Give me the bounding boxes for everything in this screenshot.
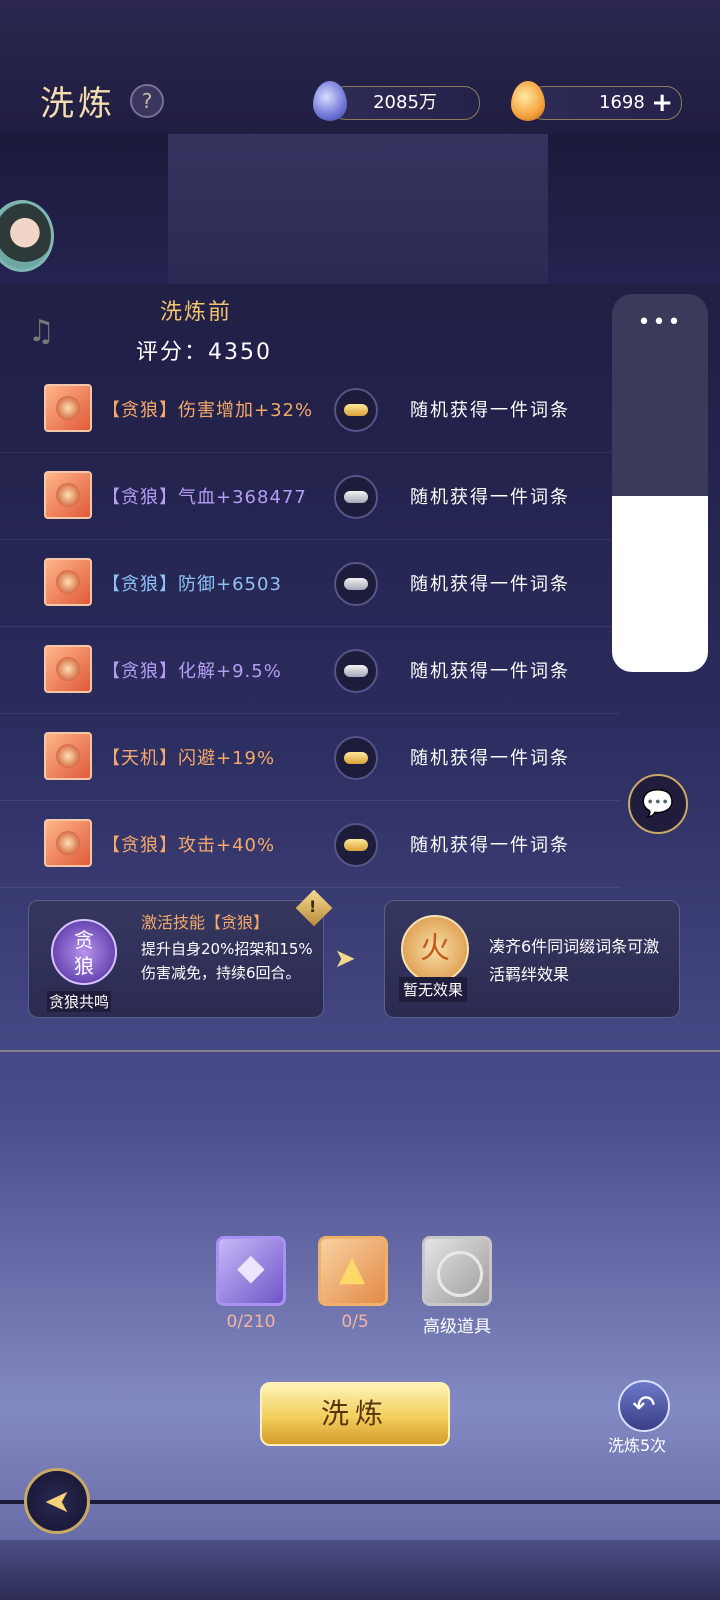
lock-toggle-icon[interactable] [334,562,378,606]
advanced-item-slot[interactable] [422,1236,492,1306]
attribute-list: 【贪狼】伤害增加+32% 随机获得一件词条 【贪狼】气血+368477 随机获得… [0,366,620,888]
before-wash-heading: 洗炼前 [160,300,233,325]
undo-icon[interactable]: ↶ [618,1380,670,1432]
attribute-row: 【贪狼】化解+9.5% 随机获得一件词条 [0,627,620,714]
item-count: 高级道具 [423,1317,491,1337]
bond-label: 暂无效果 [399,977,468,1002]
page-title: 洗炼 [40,84,116,124]
floating-side-panel: ••• [612,294,708,672]
spirit-currency-value: 2085万 [373,92,437,113]
purple-crystal-item[interactable] [216,1236,286,1306]
attribute-text: 【贪狼】伤害增加+32% [102,400,314,421]
resonance-skill-icon[interactable]: 贪 狼 [51,919,117,985]
equipment-icon[interactable] [44,558,92,606]
lock-toggle-icon[interactable] [334,823,378,867]
top-bar: 洗炼 ? 2085万 1698 + [0,0,720,136]
score-label: 评分： [136,340,209,365]
bond-description: 凑齐6件同词缀词条可激活羁绊效果 [489,937,660,984]
add-currency-button[interactable]: + [651,87,673,119]
help-icon[interactable]: ? [130,84,164,118]
attribute-text: 【天机】闪避+19% [102,748,276,769]
attribute-text: 【贪狼】气血+368477 [102,487,307,508]
equipment-icon[interactable] [44,384,92,432]
arrow-right-icon: ➤ [334,944,356,974]
wash-result-text: 随机获得一件词条 [410,487,570,508]
music-icon[interactable]: ♫ [28,314,55,349]
gold-pyramid-item[interactable] [318,1236,388,1306]
attribute-text: 【贪狼】攻击+40% [102,835,276,856]
side-panel-bottom [612,496,708,672]
gold-currency-value: 1698 [599,92,645,113]
item-count: 0/5 [341,1312,369,1332]
section-divider [0,1050,720,1052]
score-line: 评分：4350 [136,334,272,366]
bond-card: 火 暂无效果 凑齐6件同词缀词条可激活羁绊效果 [384,900,680,1018]
bottom-bar [0,1486,720,1522]
lock-toggle-icon[interactable] [334,475,378,519]
score-value: 4350 [208,340,273,365]
chat-icon[interactable]: 💬 [628,774,688,834]
equipment-icon[interactable] [44,732,92,780]
banner-panel [168,134,548,284]
lock-toggle-icon[interactable] [334,649,378,693]
skill-label: 贪狼共鸣 [47,991,112,1012]
equipment-icon[interactable] [44,819,92,867]
item-count: 0/210 [226,1312,276,1332]
wash-button[interactable]: 洗炼 [260,1382,450,1446]
back-icon[interactable]: ➤ [24,1468,90,1534]
more-options-icon[interactable]: ••• [612,310,708,335]
lock-toggle-icon[interactable] [334,388,378,432]
wash-result-text: 随机获得一件词条 [410,400,570,421]
wash-count-label: 洗炼5次 [608,1436,667,1455]
spirit-currency: 2085万 [313,81,480,121]
attribute-row: 【贪狼】伤害增加+32% 随机获得一件词条 [0,366,620,453]
skill-title: 激活技能【贪狼】 [141,913,270,932]
attribute-text: 【贪狼】化解+9.5% [102,661,282,682]
bond-flame-icon[interactable]: 火 [401,915,469,983]
equipment-icon[interactable] [44,645,92,693]
attribute-row: 【贪狼】攻击+40% 随机获得一件词条 [0,801,620,888]
gold-currency: 1698 + [511,81,682,121]
attribute-row: 【天机】闪避+19% 随机获得一件词条 [0,714,620,801]
attribute-row: 【贪狼】防御+6503 随机获得一件词条 [0,540,620,627]
lock-toggle-icon[interactable] [334,736,378,780]
equipment-banner [0,134,720,284]
attribute-text: 【贪狼】防御+6503 [102,574,282,595]
wash-result-text: 随机获得一件词条 [410,835,570,856]
skill-icon-text-bottom: 狼 [74,954,94,978]
back-arrow: ➤ [43,1482,71,1520]
wash-result-text: 随机获得一件词条 [410,661,570,682]
gold-flame-icon [511,81,545,121]
warning-mark: ! [309,897,317,916]
skill-card: 贪 狼 贪狼共鸣 激活技能【贪狼】 提升自身20%招架和15%伤害减免，持续6回… [28,889,333,1018]
attribute-row: 【贪狼】气血+368477 随机获得一件词条 [0,453,620,540]
wash-result-text: 随机获得一件词条 [410,574,570,595]
skill-icon-text-top: 贪 [74,928,94,952]
equipment-icon[interactable] [44,471,92,519]
spirit-gem-icon [313,81,347,121]
wash-result-text: 随机获得一件词条 [410,748,570,769]
bottom-strip [0,1540,720,1600]
side-panel-top: ••• [612,294,708,496]
skill-description: 提升自身20%招架和15%伤害减免，持续6回合。 [141,940,313,982]
